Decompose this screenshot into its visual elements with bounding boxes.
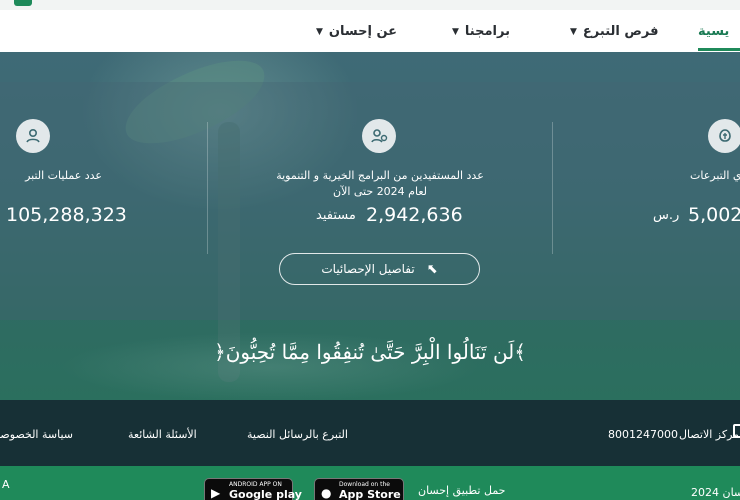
stats-divider (207, 122, 208, 254)
beneficiaries-label-line2: لعام 2024 حتى الآن (332, 185, 428, 198)
footer-link-sms-donation[interactable]: التبرع بالرسائل النصية (247, 428, 348, 441)
top-strip (0, 0, 740, 10)
quran-verse: ﴿لَن تَنَالُوا الْبِرَّ حَتَّىٰ تُنفِقُو… (214, 340, 526, 364)
beneficiaries-unit: مستفيد (316, 208, 356, 223)
app-store-badge[interactable]: ● Download on the App Store (314, 478, 404, 500)
operations-icon (16, 119, 50, 153)
stats-divider (552, 122, 553, 254)
google-play-icon: ▶ (211, 486, 221, 500)
chevron-down-icon: ▼ (570, 26, 577, 37)
nav-active-indicator (698, 48, 740, 51)
footer-links: سياسة الخصوصي الأسئلة الشائعة التبرع بال… (0, 400, 740, 466)
operations-value: 105,288,323 (6, 204, 127, 226)
app-store-big-text: App Store (339, 488, 401, 500)
statistics-details-label: تفاصيل الإحصائيات (321, 262, 415, 276)
nav-item-about[interactable]: ▼ عن إحسان (316, 24, 397, 39)
nav-item-label: برامجنا (464, 24, 510, 39)
donations-icon (708, 119, 740, 153)
main-nav: ▼ عن إحسان ▼ برامجنا ▼ فرص التبرع يسية (0, 10, 740, 52)
arrow-up-left-icon: ⬉ (426, 261, 438, 277)
beneficiaries-icon (362, 119, 396, 153)
nav-item-home[interactable]: يسية (698, 24, 729, 39)
apple-icon: ● (321, 486, 332, 500)
nav-item-label: عن إحسان (328, 24, 398, 39)
footer-link-privacy[interactable]: سياسة الخصوصي (0, 428, 73, 441)
call-center-number[interactable]: 8001247000 (608, 428, 678, 441)
donations-currency: ر.س (653, 208, 680, 223)
phone-icon (733, 424, 740, 438)
nav-item-label: فرص التبرع (582, 24, 659, 39)
stats-panel: عدد عمليات التبر 105,288,323 عدد المستفي… (0, 82, 740, 320)
google-play-big-text: Google play (229, 488, 302, 500)
google-play-small-text: ANDROID APP ON (229, 481, 282, 488)
nav-item-donation-opportunities[interactable]: ▼ فرص التبرع (570, 24, 658, 39)
call-center-label: مركز الاتصال (679, 428, 740, 441)
nav-item-programs[interactable]: ▼ برامجنا (452, 24, 510, 39)
beneficiaries-label: عدد المستفيدين من البرامج الخيرية و التن… (260, 168, 500, 200)
footer-link-faq[interactable]: الأسئلة الشائعة (128, 428, 197, 441)
copyright-text: سان 2024 (691, 486, 740, 499)
donations-value: 5,002,0 (688, 204, 740, 226)
donations-label: ي التبرعات (690, 169, 740, 182)
chevron-down-icon: ▼ (452, 26, 459, 37)
bottom-left-partial: A (2, 478, 10, 491)
bottom-bar: A ▶ ANDROID APP ON Google play ● Downloa… (0, 466, 740, 500)
hero-section: عدد عمليات التبر 105,288,323 عدد المستفي… (0, 52, 740, 400)
chevron-down-icon: ▼ (316, 26, 323, 37)
beneficiaries-value: 2,942,636 (366, 204, 463, 226)
operations-label: عدد عمليات التبر (25, 169, 102, 182)
app-store-small-text: Download on the (339, 481, 390, 488)
logo-icon[interactable] (14, 0, 32, 6)
beneficiaries-label-line1: عدد المستفيدين من البرامج الخيرية و التن… (276, 169, 484, 182)
statistics-details-button[interactable]: تفاصيل الإحصائيات ⬉ (279, 253, 480, 285)
download-app-label: حمل تطبيق إحسان (418, 484, 506, 497)
google-play-badge[interactable]: ▶ ANDROID APP ON Google play (204, 478, 302, 500)
